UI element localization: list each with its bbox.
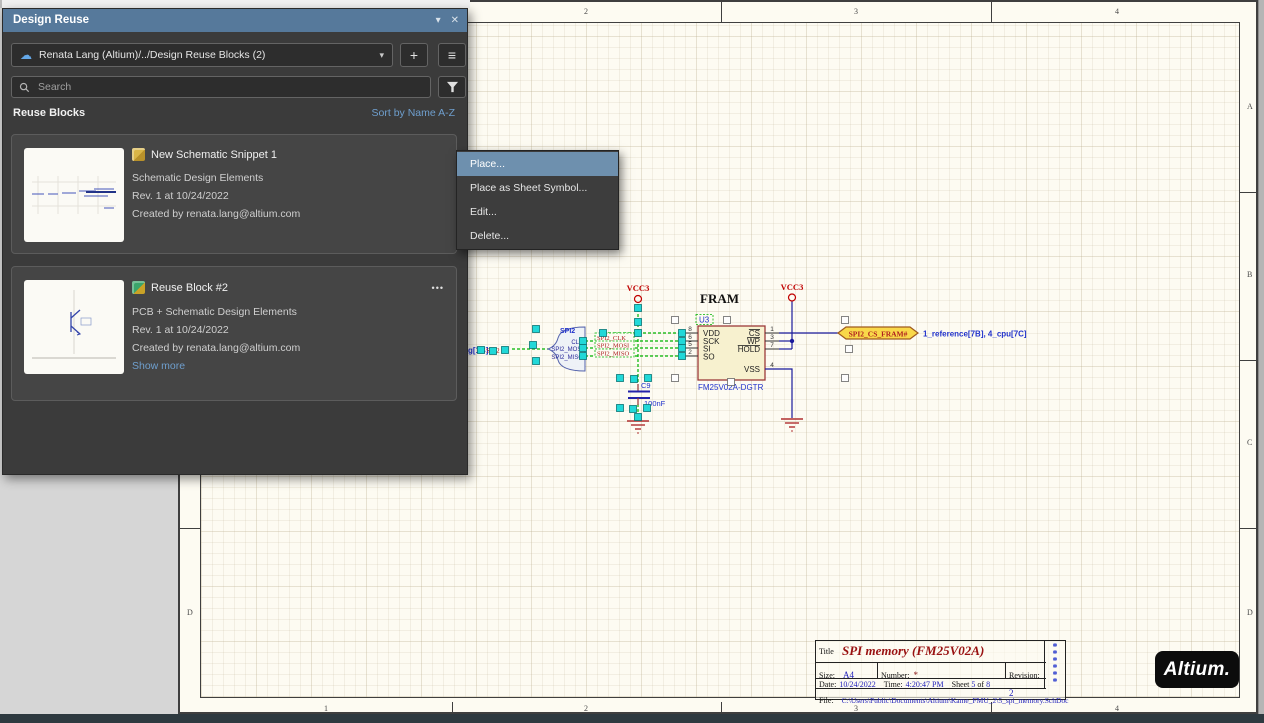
pin-name: HOLD [738,345,760,354]
wires-right[interactable] [765,301,838,418]
title-label: Title [819,647,834,656]
chevron-down-icon: ▾ [379,50,384,61]
reuse-block-thumbnail[interactable] [24,148,124,242]
reuse-block-title-row: Reuse Block #2 [132,281,228,294]
sheet-title: SPI memory (FM25V02A) [842,643,984,659]
power-net-label: VCC3 [781,282,804,292]
date-value: 10/24/2022 [839,680,875,689]
component-designator: U3 [699,316,710,325]
date-label: Date: [819,680,836,689]
component-u3[interactable]: FRAM U3 FM25V02A-DGTR 8 6 [684,291,779,392]
reuse-block-revision: Rev. 1 at 10/24/2022 [132,324,229,336]
ground-symbol-right[interactable] [781,419,803,431]
panel-collapse-icon[interactable]: ▾ [436,9,441,32]
time-value: 4:20:47 PM [906,680,944,689]
pin-name: SO [703,353,715,362]
more-options-button[interactable]: ••• [432,283,444,293]
selected-wires[interactable] [585,304,682,420]
window-right-edge [1258,0,1264,714]
sort-link[interactable]: Sort by Name A-Z [372,107,455,119]
reuse-block-thumbnail[interactable] [24,280,124,374]
pin-number: 2 [688,349,692,356]
pin-number: 6 [688,334,692,341]
pin-number: 5 [688,341,692,348]
menu-item-delete[interactable]: Delete... [457,224,618,248]
source-dropdown[interactable]: ☁ Renata Lang (Altium)/../Design Reuse B… [11,43,393,67]
reuse-block-card[interactable]: New Schematic Snippet 1 Schematic Design… [11,134,457,254]
power-port-vcc3-left[interactable]: VCC3 [627,283,650,303]
search-icon [19,82,30,93]
panel-close-icon[interactable]: ✕ [451,9,459,32]
title-block: Title SPI memory (FM25V02A) Size: A4 Num… [815,640,1066,700]
reuse-block-revision: Rev. 1 at 10/24/2022 [132,190,229,202]
reuse-block-card[interactable]: Reuse Block #2 ••• PCB + Schematic Desig… [11,266,457,401]
reuse-block-name: Reuse Block #2 [151,282,228,294]
filter-icon [446,81,459,93]
port-name: SPI2_CS_FRAM# [849,330,908,339]
context-menu: Place... Place as Sheet Symbol... Edit..… [456,150,619,250]
sheet-of-label: of [977,680,984,689]
menu-item-place[interactable]: Place... [457,152,618,176]
title-block-placeholders: *** *** [1044,641,1065,689]
power-net-label: VCC3 [627,283,650,293]
schematic-snippet-icon [132,148,145,161]
hamburger-icon: ≡ [448,47,456,63]
menu-item-edit[interactable]: Edit... [457,200,618,224]
reuse-block-title-row: New Schematic Snippet 1 [132,148,277,161]
show-more-link[interactable]: Show more [132,360,185,372]
sheet-total: 8 [986,680,990,689]
panel-menu-button[interactable]: ≡ [438,43,466,67]
window-bottom-bar [0,714,1264,723]
reuse-block-creator: Created by renata.lang@altium.com [132,342,300,354]
section-title: Reuse Blocks [13,107,85,119]
panel-header[interactable]: Design Reuse ▾ ✕ [3,9,467,32]
thumbnail-schematic-preview [24,280,124,374]
reuse-block-type: PCB + Schematic Design Elements [132,306,297,318]
capacitor-c9[interactable]: C9 100nF [628,381,666,408]
time-label: Time: [884,680,903,689]
filter-button[interactable] [438,76,466,98]
menu-item-place-as-sheet-symbol[interactable]: Place as Sheet Symbol... [457,176,618,200]
sheet-number: 5 [971,680,975,689]
harness-entry: SPI2_MISO [551,355,583,361]
port-cross-reference-note: 1_reference[7B], 4_cpu[7C] [923,330,1027,339]
add-reuse-block-button[interactable]: + [400,43,428,67]
net-label: SPI2_MOSI [597,343,629,350]
pin-number: 3 [770,334,774,341]
file-label: File: [819,696,834,705]
pin-number: 7 [770,342,774,349]
harness-bundle-label: SPI2 [560,328,575,335]
search-input[interactable] [36,80,423,94]
pin-number: 8 [688,326,692,333]
wire-junction [790,339,794,343]
reuse-block-icon [132,281,145,294]
power-port-vcc3-right[interactable]: VCC3 [781,282,804,301]
reuse-block-creator: Created by renata.lang@altium.com [132,208,300,220]
component-comment-fram: FRAM [700,291,739,306]
search-box[interactable] [11,76,431,98]
net-label: SPI2_MISO [597,351,629,358]
harness-entry: SPI2_MOSI [551,347,583,353]
port-spi2-cs-fram[interactable]: SPI2_CS_FRAM# [838,327,918,339]
pin-number: 1 [770,326,774,333]
plus-icon: + [410,47,418,63]
capacitor-designator: C9 [641,381,651,390]
design-reuse-panel: Design Reuse ▾ ✕ ☁ Renata Lang (Altium)/… [2,8,468,475]
cloud-icon: ☁ [20,48,32,62]
ground-symbol-left[interactable] [627,421,649,433]
altium-logo: Altium. [1155,651,1239,688]
window-chrome-strip [0,0,470,8]
altium-logo-text: Altium. [1164,659,1231,681]
thumbnail-schematic-preview [24,148,124,242]
source-dropdown-value: Renata Lang (Altium)/../Design Reuse Blo… [39,49,265,61]
pin-name: VSS [744,365,760,374]
panel-title: Design Reuse [13,14,89,26]
altium-application-window: 1 2 3 4 1 2 3 4 A B C D A B C D g[1B] SP… [0,0,1264,723]
sheet-label: Sheet [952,680,970,689]
reuse-block-name: New Schematic Snippet 1 [151,149,277,161]
file-path: C:\Users\Public\Documents\Altium\Kame_FM… [842,696,1069,705]
pin-number: 4 [770,362,774,369]
reuse-block-type: Schematic Design Elements [132,172,263,184]
